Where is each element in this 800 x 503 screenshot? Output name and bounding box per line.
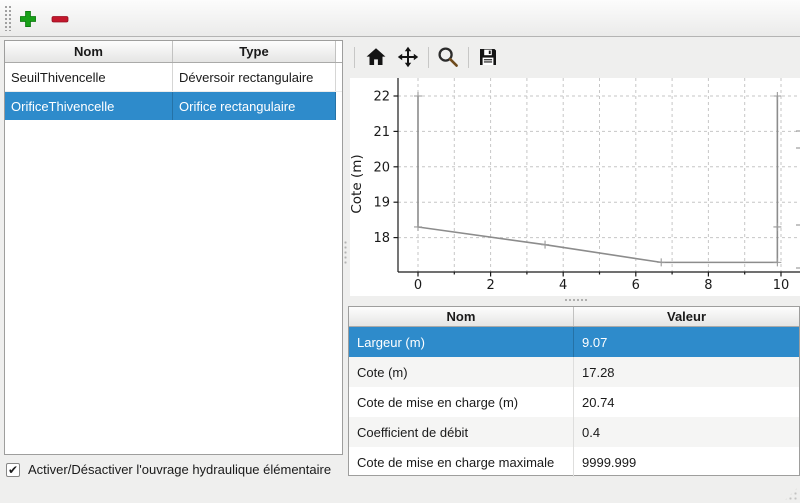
svg-text:10: 10: [773, 278, 790, 293]
toolbar-separator: [428, 47, 429, 68]
profile-chart-figure[interactable]: 0 2 4 6 8 10 18 19 20 21 22 Cote (m): [350, 78, 800, 296]
move-arrows-icon: [397, 56, 419, 71]
table-row[interactable]: SeuilThivencelle Déversoir rectangulaire: [5, 63, 342, 92]
enable-structure-checkbox[interactable]: ✔: [6, 463, 20, 477]
svg-text:6: 6: [632, 278, 640, 293]
table-row-selected[interactable]: OrificeThivencelle Orifice rectangulaire: [5, 92, 342, 120]
save-floppy-icon: [478, 55, 498, 70]
home-button[interactable]: [364, 46, 388, 70]
svg-text:Cote (m): Cote (m): [350, 154, 365, 213]
property-value[interactable]: 20.74: [574, 387, 799, 417]
svg-text:4: 4: [559, 278, 567, 293]
plus-icon: [17, 9, 39, 29]
structure-type[interactable]: Déversoir rectangulaire: [173, 63, 336, 91]
enable-structure-row: ✔ Activer/Désactiver l'ouvrage hydrauliq…: [6, 462, 331, 477]
chart-toolbar: [348, 38, 800, 78]
properties-table-header: Nom Valeur: [349, 307, 799, 327]
save-button[interactable]: [476, 46, 500, 70]
properties-table: Nom Valeur Largeur (m) 9.07 Cote (m) 17.…: [348, 306, 800, 476]
main-toolbar: [0, 0, 800, 37]
svg-text:8: 8: [704, 278, 712, 293]
toolbar-drag-handle[interactable]: [4, 5, 11, 31]
structures-table-header: Nom Type: [5, 41, 342, 63]
profile-chart[interactable]: 0 2 4 6 8 10 18 19 20 21 22 Cote (m): [350, 78, 800, 296]
svg-text:20: 20: [373, 160, 390, 175]
property-name[interactable]: Cote de mise en charge (m): [349, 387, 574, 417]
minus-icon: [49, 9, 71, 29]
property-value[interactable]: 9.07: [574, 327, 799, 357]
property-row[interactable]: Cote de mise en charge maximale 9999.999: [349, 447, 799, 477]
property-value[interactable]: 9999.999: [574, 447, 799, 477]
structure-name[interactable]: SeuilThivencelle: [5, 63, 173, 91]
property-name[interactable]: Cote de mise en charge maximale: [349, 447, 574, 477]
window-resize-grip[interactable]: [784, 487, 798, 501]
property-name[interactable]: Largeur (m): [349, 327, 574, 357]
add-structure-button[interactable]: [17, 8, 39, 30]
header-type[interactable]: Type: [173, 41, 336, 62]
svg-text:18: 18: [373, 231, 390, 246]
remove-structure-button[interactable]: [49, 8, 71, 30]
structure-name[interactable]: OrificeThivencelle: [5, 92, 173, 120]
svg-text:0: 0: [414, 278, 422, 293]
property-row[interactable]: Coefficient de débit 0.4: [349, 417, 799, 447]
svg-text:21: 21: [373, 125, 390, 140]
property-row[interactable]: Cote (m) 17.28: [349, 357, 799, 387]
header-gutter: [336, 41, 342, 62]
vertical-splitter[interactable]: [343, 240, 348, 266]
structures-table: Nom Type SeuilThivencelle Déversoir rect…: [4, 40, 343, 455]
svg-text:22: 22: [373, 90, 390, 105]
pan-button[interactable]: [396, 46, 420, 70]
property-name[interactable]: Coefficient de débit: [349, 417, 574, 447]
svg-text:19: 19: [373, 196, 390, 211]
header-nom[interactable]: Nom: [349, 307, 574, 326]
header-nom[interactable]: Nom: [5, 41, 173, 62]
property-row[interactable]: Cote de mise en charge (m) 20.74: [349, 387, 799, 417]
zoom-button[interactable]: [436, 46, 460, 70]
structure-type[interactable]: Orifice rectangulaire: [173, 92, 336, 120]
enable-structure-label: Activer/Désactiver l'ouvrage hydraulique…: [28, 462, 331, 477]
magnifier-icon: [437, 56, 459, 71]
toolbar-separator: [468, 47, 469, 68]
property-row-selected[interactable]: Largeur (m) 9.07: [349, 327, 799, 357]
svg-text:2: 2: [486, 278, 494, 293]
toolbar-separator: [354, 47, 355, 68]
home-icon: [365, 56, 387, 71]
property-name[interactable]: Cote (m): [349, 357, 574, 387]
property-value[interactable]: 0.4: [574, 417, 799, 447]
horizontal-splitter[interactable]: [564, 298, 588, 302]
header-valeur[interactable]: Valeur: [574, 307, 799, 326]
property-value[interactable]: 17.28: [574, 357, 799, 387]
